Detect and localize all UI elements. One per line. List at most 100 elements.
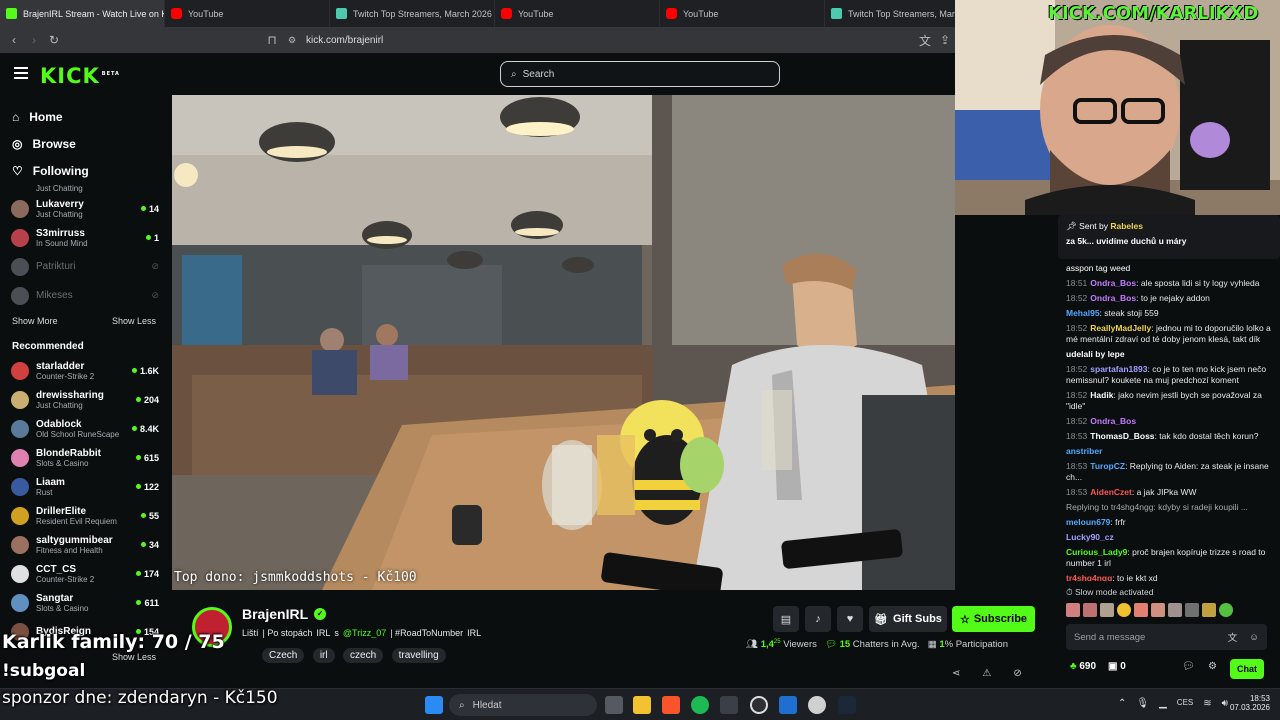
message-username[interactable]: Ondra_Bos [1090,293,1136,303]
report-icon[interactable]: ⚠ [982,668,991,679]
microphone-icon[interactable]: 🎙︎ [1136,698,1149,709]
url-field[interactable]: kick.com/brajenirl [306,35,383,46]
subscribe-button[interactable]: ☆ Subscribe [952,606,1035,632]
channel-item[interactable]: Odablock Old School RuneScape 8.4K [0,414,170,443]
title-mention[interactable]: @Trizz_07 [343,628,386,638]
show-less-button[interactable]: Show Less [112,316,156,326]
channel-item[interactable]: saltygummibear Fitness and Health 34 [0,530,170,559]
emote-icon[interactable] [1151,603,1165,617]
gift-counter[interactable]: ▣ 0 [1108,661,1126,672]
menu-icon[interactable] [14,67,28,79]
emote-icon[interactable] [1219,603,1233,617]
translate-icon[interactable]: 文 [915,32,935,49]
channel-item[interactable]: drewissharing Just Chatting 204 [0,385,170,414]
browser-tab[interactable]: BrajenIRL Stream - Watch Live on Kick✕ [0,0,165,27]
channel-item[interactable]: CCT_CS Counter-Strike 2 174 [0,559,170,588]
obs-icon[interactable] [750,696,768,714]
browser-tab[interactable]: YouTube [165,0,330,27]
message-username[interactable]: udelali by lepe [1066,349,1125,359]
share-icon[interactable]: ⇪ [935,33,955,47]
wifi-icon[interactable]: ≋ [1203,698,1211,709]
bookmark-icon[interactable]: ⊓ [262,33,282,47]
hide-icon[interactable]: ⊘ [1013,668,1021,679]
emote-icon[interactable] [1185,603,1199,617]
browser-tab[interactable]: Twitch Top Streamers, March 2026 - Twitc… [330,0,495,27]
app-icon[interactable] [779,696,797,714]
notification-button[interactable]: ♪ [805,606,831,632]
chat-input[interactable]: Send a message 文 ☺ [1066,624,1267,650]
channel-item[interactable]: S3mirruss In Sound Mind 1 [0,223,170,252]
share-icon[interactable]: ⋖ [952,668,960,679]
start-icon[interactable] [425,696,443,714]
tag-pill[interactable]: irl [312,648,335,663]
channel-item[interactable]: starladder Counter-Strike 2 1.6K [0,356,170,385]
chevron-up-icon[interactable]: ⌃ [1118,698,1126,709]
message-username[interactable]: Lucky90_cz [1066,532,1114,542]
chat-send-button[interactable]: Chat [1230,659,1264,679]
message-username[interactable]: anstriber [1066,446,1102,456]
tag-pill[interactable]: travelling [391,648,446,663]
channel-item[interactable]: Sangtar Slots & Casino 611 [0,588,170,617]
search-input[interactable]: ⌕ Search [500,61,780,87]
clip-button[interactable]: ▤ [773,606,799,632]
translate-icon[interactable]: 文 [1228,630,1238,644]
message-username[interactable]: meloun679 [1066,517,1110,527]
channel-item[interactable]: Liaam Rust 122 [0,472,170,501]
file-explorer-icon[interactable] [633,696,651,714]
emote-icon[interactable] [1117,603,1131,617]
emote-icon[interactable] [1083,603,1097,617]
message-username[interactable]: ThomasD_Boss [1090,431,1154,441]
emote-icon[interactable] [1168,603,1182,617]
reload-icon[interactable]: ↻ [44,33,64,47]
taskbar-search[interactable]: ⌕ Hledat [449,694,597,716]
channel-item[interactable]: Patrikturi ⊘ [0,252,170,281]
emote-icon[interactable] [1066,603,1080,617]
channel-item[interactable]: Mikeses ⊘ [0,281,170,310]
message-username[interactable]: spartafan1893 [1090,364,1147,374]
app-icon[interactable] [720,696,738,714]
tag-pill[interactable]: czech [343,648,384,663]
nav-following[interactable]: ♡ Following [0,157,170,184]
settings-icon[interactable]: ⚙ [1208,661,1217,672]
channel-item[interactable]: BlondeRabbit Slots & Casino 615 [0,443,170,472]
steam-icon[interactable] [838,696,856,714]
message-username[interactable]: Ondra_Bos [1090,416,1136,426]
chat-users-icon[interactable]: 💬︎ [1182,661,1195,672]
browser-tab[interactable]: YouTube [495,0,660,27]
site-info-icon[interactable]: ⚙ [282,35,302,46]
points-display[interactable]: ♣ 690 [1070,661,1096,672]
clock[interactable]: 18:53 07.03.2026 [1218,694,1270,712]
browser-tab[interactable]: YouTube [660,0,825,27]
message-username[interactable]: AidenCzet [1090,487,1132,497]
language-indicator[interactable]: CES [1177,698,1193,709]
task-view-icon[interactable] [605,696,623,714]
brave-icon[interactable] [662,696,680,714]
nav-browse[interactable]: ◎ Browse [0,130,170,157]
pinned-user[interactable]: Rabeles [1110,221,1143,231]
message-username[interactable]: tr4shg4ngg [1066,573,1112,581]
message-username[interactable]: Curious_Lady9 [1066,547,1127,557]
tag-pill[interactable]: Czech [262,648,305,663]
kick-logo[interactable]: KICK BETA [40,64,120,88]
message-username[interactable]: ReallyMadJelly [1090,323,1151,333]
channel-item[interactable]: DrillerElite Resident Evil Requiem 55 [0,501,170,530]
nav-home[interactable]: ⌂ Home [0,103,170,130]
network-icon[interactable]: ▁ [1159,698,1167,709]
spotify-icon[interactable] [691,696,709,714]
emote-icon[interactable] [1134,603,1148,617]
back-icon[interactable]: ‹ [4,33,24,47]
emote-icon[interactable] [1100,603,1114,617]
emote-icon[interactable] [1202,603,1216,617]
emoji-icon[interactable]: ☺ [1249,632,1259,643]
message-username[interactable]: Mehal95 [1066,308,1100,318]
message-username[interactable]: Hadik [1090,390,1113,400]
follow-button[interactable]: ♥ [837,606,863,632]
app-icon[interactable] [808,696,826,714]
forward-icon[interactable]: › [24,33,44,47]
streamer-name[interactable]: BrajenIRL [242,606,308,622]
show-less-button[interactable]: Show Less [112,652,156,662]
gift-subs-button[interactable]: 🎁︎ Gift Subs [869,606,947,632]
message-username[interactable]: TuropCZ [1090,461,1125,471]
message-username[interactable]: Ondra_Bos [1090,278,1136,288]
show-more-button[interactable]: Show More [12,316,58,326]
